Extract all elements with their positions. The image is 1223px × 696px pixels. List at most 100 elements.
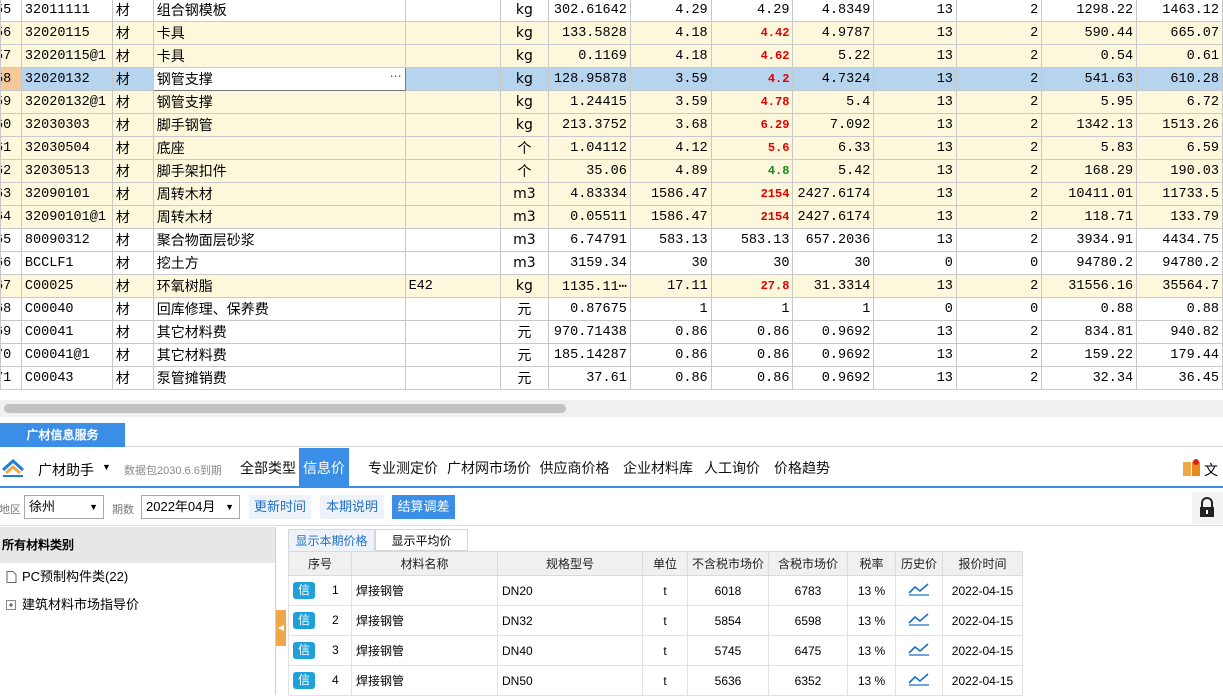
collapse-panel-handle[interactable]: ◀ bbox=[276, 610, 286, 646]
price-row[interactable]: 信 3 焊接钢管 DN40 t 5745 6475 13 % 2022-04-15 bbox=[288, 635, 1023, 666]
cell-base-price[interactable]: 17.11 bbox=[629, 274, 712, 298]
grid-row[interactable]: 5632020115材卡具 kg133.58284.184.424.9787132… bbox=[0, 21, 1223, 45]
cell-material-name[interactable]: 卡具 bbox=[152, 44, 406, 68]
cell-material-code[interactable]: 32030504 bbox=[20, 136, 113, 160]
price-row[interactable]: 信 2 焊接钢管 DN32 t 5854 6598 13 % 2022-04-15 bbox=[288, 605, 1023, 636]
cell-amount-in-tax[interactable]: 6.59 bbox=[1136, 136, 1223, 160]
column-header[interactable]: 历史价 bbox=[895, 551, 943, 576]
column-header[interactable]: 规格型号 bbox=[497, 551, 643, 576]
tree-item-market-guide[interactable]: 建筑材料市场指导价 bbox=[0, 591, 275, 619]
grid-row[interactable]: 66BCCLF1材挖土方m33159.343030300094780.29478… bbox=[0, 251, 1223, 275]
cell-material-code[interactable]: 32020132 bbox=[20, 67, 113, 91]
cell-quantity[interactable]: 1.04112 bbox=[547, 136, 631, 160]
cell-tax-code[interactable]: 2 bbox=[955, 44, 1043, 68]
cell-amount-ex-tax[interactable]: 31556.16 bbox=[1041, 274, 1138, 298]
caret-down-icon[interactable]: ▼ bbox=[102, 462, 111, 472]
cell-info-price[interactable]: 1 bbox=[710, 297, 794, 321]
cell-material-type[interactable]: 材 bbox=[111, 67, 154, 91]
grid-row[interactable]: 69C00041材其它材料费元970.714380.860.860.969213… bbox=[0, 320, 1223, 344]
cell-material-code[interactable]: 32090101 bbox=[20, 182, 113, 206]
cell-amount-in-tax[interactable]: 11733.5 bbox=[1136, 182, 1223, 206]
cell-amount-ex-tax[interactable]: 0.54 bbox=[1041, 44, 1138, 68]
cell-amount-ex-tax[interactable]: 10411.01 bbox=[1041, 182, 1138, 206]
cell-amount-in-tax[interactable]: 6.72 bbox=[1136, 90, 1223, 114]
cell-material-spec[interactable] bbox=[404, 90, 502, 114]
cell-unit[interactable]: m3 bbox=[500, 205, 549, 229]
cell-material-spec[interactable] bbox=[404, 113, 502, 137]
cell-material-name[interactable]: 底座 bbox=[152, 136, 406, 160]
cell-material-spec[interactable] bbox=[404, 251, 502, 275]
cell-amount-in-tax[interactable]: 179.44 bbox=[1136, 343, 1223, 367]
cell-material-type[interactable]: 材 bbox=[111, 0, 154, 22]
grid-row[interactable]: 68C00040材回库修理、保养费元0.87675111000.880.88 bbox=[0, 297, 1223, 321]
cell-row-index[interactable]: 62 bbox=[0, 159, 22, 183]
cell-material-spec[interactable] bbox=[404, 205, 502, 229]
cell-unit[interactable]: kg bbox=[500, 113, 549, 137]
cell-amount-ex-tax[interactable]: 159.22 bbox=[1041, 343, 1138, 367]
column-header[interactable]: 报价时间 bbox=[942, 551, 1023, 576]
price-row[interactable]: 信 1 焊接钢管 DN20 t 6018 6783 13 % 2022-04-15 bbox=[288, 575, 1023, 606]
cell-row-index[interactable]: 65 bbox=[0, 228, 22, 252]
cell-tax-price[interactable]: 4.7324 bbox=[792, 67, 875, 91]
cell-quantity[interactable]: 0.05511 bbox=[547, 205, 631, 229]
cell-tax-price[interactable]: 5.4 bbox=[792, 90, 875, 114]
cell-amount-ex-tax[interactable]: 541.63 bbox=[1041, 67, 1138, 91]
cell-material-name[interactable]: ⋯ 钢管支撑 bbox=[152, 67, 406, 91]
cell-tax-price[interactable]: 7.092 bbox=[792, 113, 875, 137]
cell-tax-code[interactable]: 2 bbox=[955, 228, 1043, 252]
cell-material-type[interactable]: 材 bbox=[111, 44, 154, 68]
cell-unit[interactable]: 个 bbox=[500, 136, 549, 160]
cell-material-spec[interactable] bbox=[404, 21, 502, 45]
cell-unit[interactable]: kg bbox=[500, 0, 549, 22]
cell-quantity[interactable]: 0.87675 bbox=[547, 297, 631, 321]
grid-row[interactable]: 5732020115@1材卡具kg0.11694.184.625.221320.… bbox=[0, 44, 1223, 68]
column-header[interactable]: 材料名称 bbox=[351, 551, 498, 576]
cell-tax-price[interactable]: 0.9692 bbox=[792, 343, 875, 367]
cell-material-spec[interactable]: E42 bbox=[404, 274, 502, 298]
cell-material-type[interactable]: 材 bbox=[111, 251, 154, 275]
cell-material-name[interactable]: 挖土方 bbox=[152, 251, 406, 275]
cell-tax-price[interactable]: 4.8349 bbox=[792, 0, 875, 22]
tree-item-pc-prefab[interactable]: PC预制构件类(22) bbox=[0, 563, 275, 591]
cell-info-price[interactable]: 4.42 bbox=[710, 21, 794, 45]
cell-amount-in-tax[interactable]: 36.45 bbox=[1136, 366, 1223, 390]
cell-quantity[interactable]: 1.24415 bbox=[547, 90, 631, 114]
column-header[interactable]: 含税市场价 bbox=[768, 551, 848, 576]
cell-material-code[interactable]: C00041 bbox=[20, 320, 113, 344]
cell-tax-code[interactable]: 2 bbox=[955, 0, 1043, 22]
cell-material-type[interactable]: 材 bbox=[111, 274, 154, 298]
cell-tax-rate[interactable]: 0 bbox=[873, 297, 957, 321]
cell-tax-price[interactable]: 0.9692 bbox=[792, 320, 875, 344]
cell-unit[interactable]: m3 bbox=[500, 182, 549, 206]
cell-tax-code[interactable]: 0 bbox=[955, 251, 1043, 275]
book-icon[interactable] bbox=[1182, 458, 1202, 478]
cell-base-price[interactable]: 3.59 bbox=[629, 90, 712, 114]
cell-material-code[interactable]: 32020115 bbox=[20, 21, 113, 45]
update-time-button[interactable]: 更新时间 bbox=[249, 495, 311, 519]
cell-amount-ex-tax[interactable]: 834.81 bbox=[1041, 320, 1138, 344]
cell-info-price[interactable]: 4.62 bbox=[710, 44, 794, 68]
cell-tax-rate[interactable]: 0 bbox=[873, 251, 957, 275]
cell-base-price[interactable]: 30 bbox=[629, 251, 712, 275]
cell-amount-in-tax[interactable]: 1513.26 bbox=[1136, 113, 1223, 137]
cell-row-index[interactable]: 68 bbox=[0, 297, 22, 321]
grid-row[interactable]: 6232030513材脚手架扣件 个35.064.894.85.42132168.… bbox=[0, 159, 1223, 183]
cell-unit[interactable]: 元 bbox=[500, 297, 549, 321]
cell-base-price[interactable]: 3.68 bbox=[629, 113, 712, 137]
cell-tax-code[interactable]: 2 bbox=[955, 366, 1043, 390]
cell-amount-ex-tax[interactable]: 5.83 bbox=[1041, 136, 1138, 160]
cell-tax-code[interactable]: 2 bbox=[955, 159, 1043, 183]
cell-quantity[interactable]: 6.74791 bbox=[547, 228, 631, 252]
cell-material-type[interactable]: 材 bbox=[111, 159, 154, 183]
cell-row-index[interactable]: 64 bbox=[0, 205, 22, 229]
cell-amount-in-tax[interactable]: 133.79 bbox=[1136, 205, 1223, 229]
cell-amount-ex-tax[interactable]: 1298.22 bbox=[1041, 0, 1138, 22]
cell-row-index[interactable]: 60 bbox=[0, 113, 22, 137]
tab-0[interactable]: 全部类型 bbox=[233, 448, 303, 488]
cell-info-price[interactable]: 4.2 bbox=[710, 67, 794, 91]
cell-base-price[interactable]: 0.86 bbox=[629, 320, 712, 344]
cell-tax-rate[interactable]: 13 bbox=[873, 320, 957, 344]
trend-chart-icon[interactable] bbox=[908, 672, 930, 686]
cell-row-index[interactable]: 59 bbox=[0, 90, 22, 114]
cell-tax-price[interactable]: 1 bbox=[792, 297, 875, 321]
